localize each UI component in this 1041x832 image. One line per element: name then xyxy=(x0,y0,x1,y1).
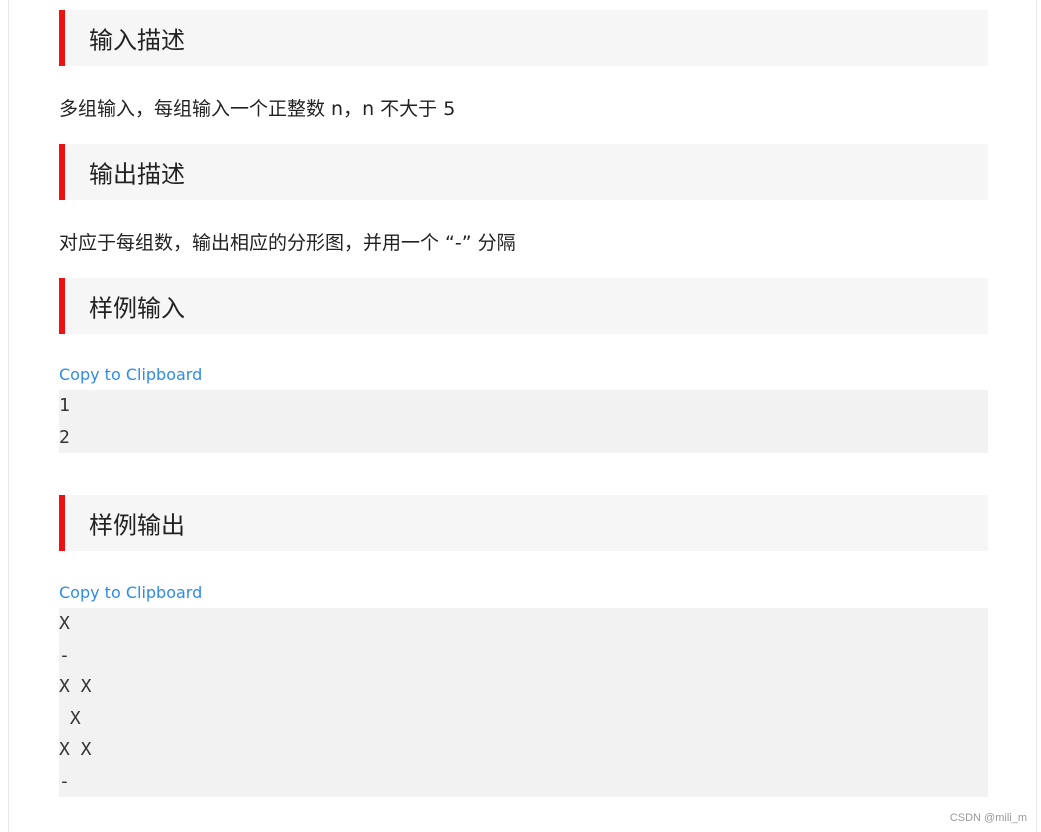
sample-output-code-block: X - X X X X X - xyxy=(59,608,988,797)
input-description-header: 输入描述 xyxy=(59,10,988,66)
sample-input-title: 样例输入 xyxy=(89,294,185,323)
output-description-header: 输出描述 xyxy=(59,144,988,200)
sample-output-title: 样例输出 xyxy=(89,511,185,540)
output-description-title: 输出描述 xyxy=(89,160,185,189)
code-line: - xyxy=(59,770,70,792)
code-line: X xyxy=(59,613,70,634)
sample-output-copy-link[interactable]: Copy to Clipboard xyxy=(59,583,202,602)
code-line: X xyxy=(59,707,81,729)
input-description-title: 输入描述 xyxy=(89,26,185,55)
code-line: - xyxy=(59,644,70,666)
code-line: X X xyxy=(59,739,92,760)
code-line: 2 xyxy=(59,426,70,448)
sample-output-header: 样例输出 xyxy=(59,495,988,551)
output-description-text: 对应于每组数，输出相应的分形图，并用一个 “-” 分隔 xyxy=(59,232,516,254)
code-line: 1 xyxy=(59,395,70,416)
sample-input-header: 样例输入 xyxy=(59,278,988,334)
watermark: CSDN @mili_m xyxy=(949,812,1027,824)
sample-input-code-block: 1 2 xyxy=(59,390,988,453)
code-line: X X xyxy=(59,676,92,697)
sample-input-copy-link[interactable]: Copy to Clipboard xyxy=(59,365,202,384)
input-description-text: 多组输入，每组输入一个正整数 n，n 不大于 5 xyxy=(59,98,456,120)
